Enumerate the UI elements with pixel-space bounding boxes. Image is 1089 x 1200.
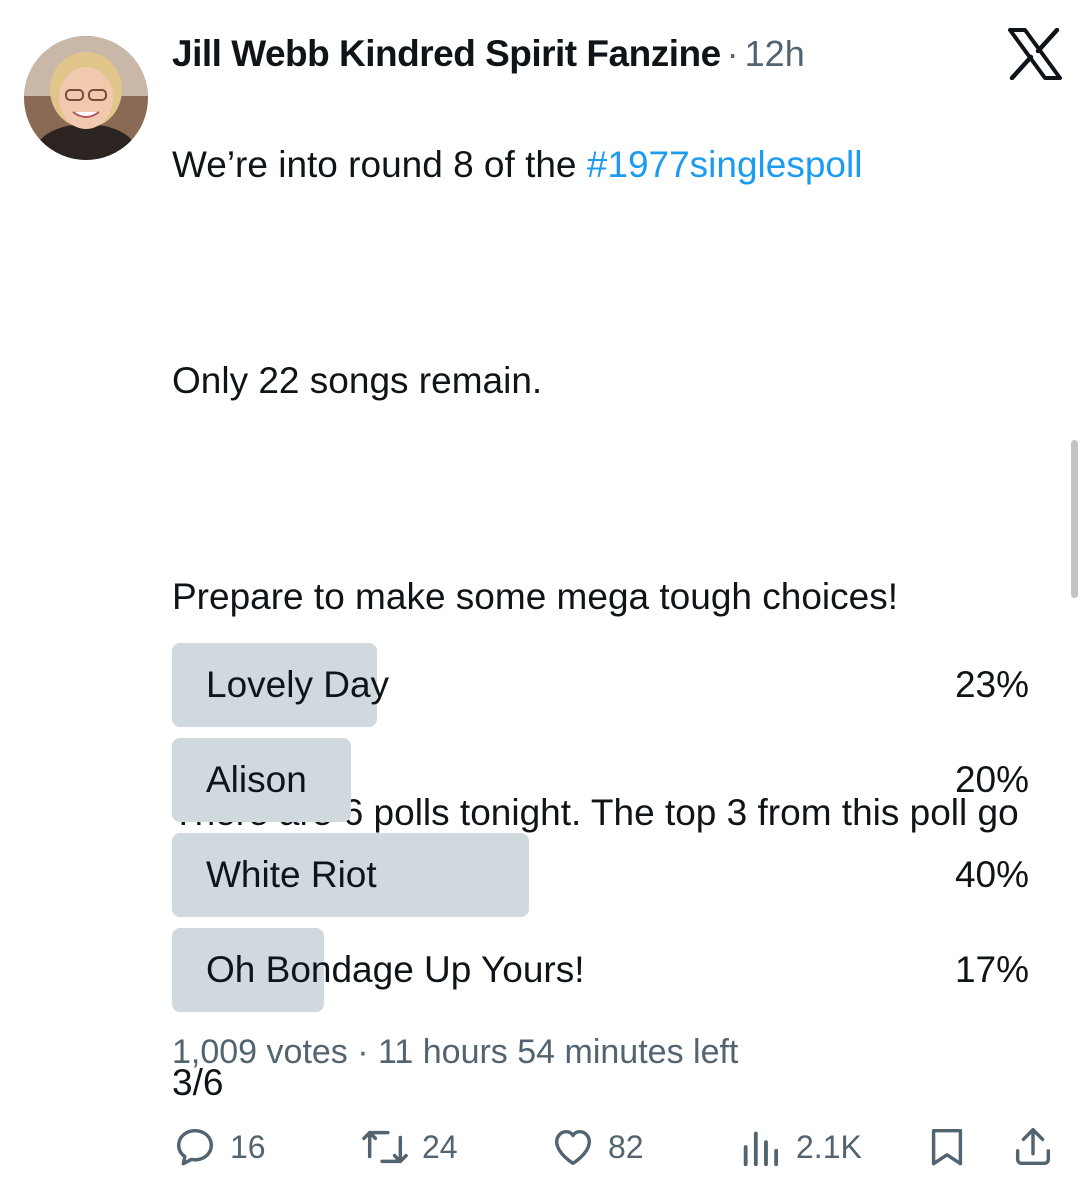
poll-option-label: Oh Bondage Up Yours! xyxy=(206,949,585,990)
header-separator: · xyxy=(726,33,739,74)
x-logo-icon xyxy=(1008,27,1062,81)
reply-icon xyxy=(176,1128,214,1166)
poll-meta: 1,009 votes · 11 hours 54 minutes left xyxy=(172,1033,738,1072)
like-icon xyxy=(554,1129,592,1166)
poll-votes: 1,009 votes xyxy=(172,1033,348,1071)
author-display-name[interactable]: Jill Webb Kindred Spirit Fanzine xyxy=(172,33,721,75)
views-icon xyxy=(743,1131,779,1167)
avatar[interactable] xyxy=(24,36,148,160)
poll-option-4[interactable]: Oh Bondage Up Yours! 17% xyxy=(172,928,1029,1012)
bookmark-icon xyxy=(931,1128,963,1166)
action-bar: 16 24 82 2.1K xyxy=(172,1120,1062,1174)
poll-option-1[interactable]: Lovely Day 23% xyxy=(172,643,1029,727)
like-button[interactable]: 82 xyxy=(550,1120,644,1174)
tweet-line-1: We’re into round 8 of the #1977singlespo… xyxy=(172,138,1032,192)
tweet-timestamp[interactable]: 12h xyxy=(745,33,805,75)
view-count: 2.1K xyxy=(796,1128,862,1165)
reply-button[interactable]: 16 xyxy=(172,1120,266,1174)
like-count: 82 xyxy=(608,1128,644,1165)
reply-count: 16 xyxy=(230,1128,266,1165)
poll-option-percent: 23% xyxy=(954,664,1029,705)
hashtag-link[interactable]: #1977singlespoll xyxy=(587,144,863,185)
tweet-header: Jill Webb Kindred Spirit Fanzine · 12h xyxy=(172,30,805,78)
poll-option-percent: 17% xyxy=(954,949,1029,990)
poll: Lovely Day 23% Alison 20% White Riot 40%… xyxy=(172,643,1029,1023)
scrollbar-thumb[interactable] xyxy=(1071,440,1078,598)
poll-time-left: 11 hours 54 minutes left xyxy=(378,1033,739,1071)
share-button[interactable] xyxy=(1010,1120,1068,1174)
poll-option-percent: 20% xyxy=(954,759,1029,800)
share-icon xyxy=(1015,1128,1051,1166)
poll-option-label: White Riot xyxy=(206,854,377,895)
poll-option-percent: 40% xyxy=(954,854,1029,895)
tweet-line-1-text: We’re into round 8 of the xyxy=(172,144,587,185)
poll-option-3[interactable]: White Riot 40% xyxy=(172,833,1029,917)
views-button[interactable]: 2.1K xyxy=(738,1120,862,1174)
poll-option-2[interactable]: Alison 20% xyxy=(172,738,1029,822)
poll-option-label: Alison xyxy=(206,759,307,800)
poll-option-label: Lovely Day xyxy=(206,664,390,705)
tweet-paragraph-3: Prepare to make some mega tough choices! xyxy=(172,576,898,617)
poll-meta-separator: · xyxy=(347,1033,379,1071)
retweet-button[interactable]: 24 xyxy=(360,1120,458,1174)
bookmark-button[interactable] xyxy=(924,1120,982,1174)
avatar-photo-icon xyxy=(24,36,148,160)
tweet-paragraph-2: Only 22 songs remain. xyxy=(172,360,543,401)
retweet-count: 24 xyxy=(422,1128,458,1165)
retweet-icon xyxy=(362,1130,408,1164)
